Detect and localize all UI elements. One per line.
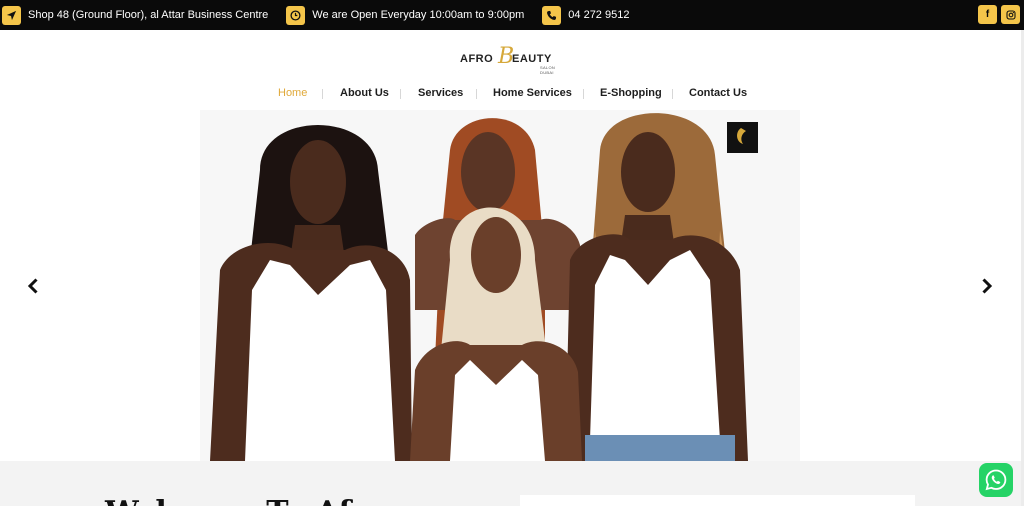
welcome-section: Welcome To Afro <box>0 461 1024 506</box>
nav-item-about-us[interactable]: About Us <box>340 87 389 99</box>
nav-divider <box>322 89 323 99</box>
facebook-icon[interactable]: f <box>978 5 997 24</box>
logo-subtitle: SALON DUBAI <box>540 65 556 75</box>
address-text: Shop 48 (Ground Floor), al Attar Busines… <box>28 9 269 21</box>
nav-divider <box>672 89 673 99</box>
phone-info[interactable]: 04 272 9512 <box>542 5 629 25</box>
welcome-heading: Welcome To Afro <box>105 495 387 506</box>
clock-icon <box>286 5 306 25</box>
chevron-right-icon <box>982 278 993 294</box>
nav-item-contact-us[interactable]: Contact Us <box>689 87 747 99</box>
whatsapp-icon <box>985 469 1007 491</box>
logo-word-afro: AFRO <box>460 53 494 65</box>
nav-item-home[interactable]: Home <box>278 87 307 99</box>
top-info-bar: Shop 48 (Ground Floor), al Attar Busines… <box>0 0 1024 30</box>
nav-item-home-services[interactable]: Home Services <box>493 87 572 99</box>
phone-text[interactable]: 04 272 9512 <box>568 9 629 21</box>
phone-icon <box>542 5 562 25</box>
nav-divider <box>400 89 401 99</box>
hero-slider-image <box>200 110 800 461</box>
nav-divider <box>476 89 477 99</box>
address-info: Shop 48 (Ground Floor), al Attar Busines… <box>2 5 269 25</box>
nav-divider <box>583 89 584 99</box>
instagram-icon[interactable] <box>1001 5 1020 24</box>
slider-prev-arrow[interactable] <box>25 276 41 296</box>
nav-item-e-shopping[interactable]: E-Shopping <box>600 87 662 99</box>
hours-text: We are Open Everyday 10:00am to 9:00pm <box>312 9 525 21</box>
whatsapp-button[interactable] <box>979 463 1013 497</box>
site-logo[interactable]: AFRO B EAUTY SALON DUBAI <box>460 44 570 75</box>
main-navigation: Home About Us Services Home Services E-S… <box>0 87 1024 103</box>
welcome-banner-image <box>520 495 915 506</box>
chevron-left-icon <box>27 278 38 294</box>
nav-item-services[interactable]: Services <box>418 87 463 99</box>
social-links: f <box>978 5 1020 24</box>
hero-photo-four-women <box>200 110 800 461</box>
slider-next-arrow[interactable] <box>979 276 995 296</box>
hours-info: We are Open Everyday 10:00am to 9:00pm <box>286 5 525 25</box>
location-arrow-icon <box>2 5 21 25</box>
logo-word-eauty: EAUTY <box>512 53 552 65</box>
